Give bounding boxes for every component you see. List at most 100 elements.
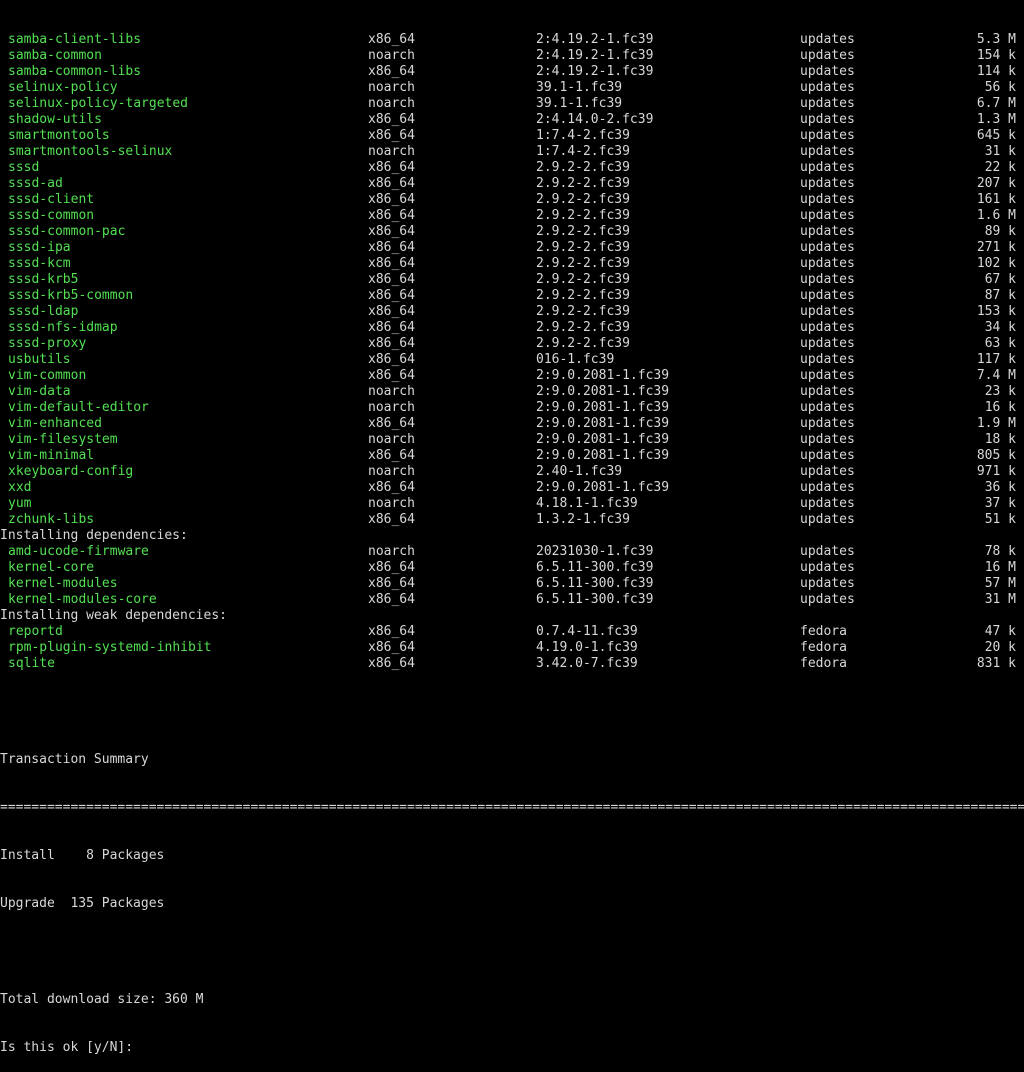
package-arch: x86_64 [368, 480, 415, 495]
package-repo: updates [800, 32, 855, 47]
package-name: vim-minimal [8, 448, 95, 463]
package-row: kernel-modules x86_64 6.5.11-300.fc39 updat… [0, 576, 1024, 592]
package-arch: noarch [368, 80, 415, 95]
package-row: sssd-kcm x86_64 2.9.2-2.fc39 updates 102 k [0, 256, 1024, 272]
package-name: kernel-core [8, 560, 95, 575]
package-row: vim-default-editor noarch 2:9.0.2081-1.fc3… [0, 400, 1024, 416]
package-repo: updates [800, 320, 855, 335]
package-row: zchunk-libs x86_64 1.3.2-1.fc39 updates 51 k [0, 512, 1024, 528]
package-name: xxd [8, 480, 32, 495]
package-version: 2.9.2-2.fc39 [536, 224, 630, 239]
package-row: sssd-common x86_64 2.9.2-2.fc39 updates 1.6 … [0, 208, 1024, 224]
package-repo: updates [800, 256, 855, 271]
package-repo: updates [800, 416, 855, 431]
summary-separator: ========================================… [0, 800, 1024, 815]
package-row: rpm-plugin-systemd-inhibit x86_64 4.19.0-1… [0, 640, 1024, 656]
package-arch: x86_64 [368, 192, 415, 207]
package-repo: updates [800, 192, 855, 207]
package-name: xkeyboard-config [8, 464, 134, 479]
package-row: samba-common-libs x86_64 2:4.19.2-1.fc39 up… [0, 64, 1024, 80]
package-row: sqlite x86_64 3.42.0-7.fc39 fedora 831 k [0, 656, 1024, 672]
package-version: 2.9.2-2.fc39 [536, 304, 630, 319]
package-row: vim-minimal x86_64 2:9.0.2081-1.fc39 update… [0, 448, 1024, 464]
package-size: 7.4 M [976, 368, 1016, 383]
package-version: 2.9.2-2.fc39 [536, 336, 630, 351]
package-name: kernel-modules [8, 576, 118, 591]
package-row: sssd-krb5 x86_64 2.9.2-2.fc39 updates 67 k [0, 272, 1024, 288]
package-row: sssd-ldap x86_64 2.9.2-2.fc39 updates 153 k [0, 304, 1024, 320]
package-repo: updates [800, 288, 855, 303]
package-version: 2.9.2-2.fc39 [536, 256, 630, 271]
package-repo: updates [800, 272, 855, 287]
package-version: 0.7.4-11.fc39 [536, 624, 638, 639]
package-repo: updates [800, 80, 855, 95]
package-repo: updates [800, 240, 855, 255]
package-name: usbutils [8, 352, 71, 367]
package-arch: x86_64 [368, 128, 415, 143]
package-version: 2:4.14.0-2.fc39 [536, 112, 654, 127]
package-row: usbutils x86_64 016-1.fc39 updates 117 k [0, 352, 1024, 368]
package-version: 2:9.0.2081-1.fc39 [536, 416, 670, 431]
package-size: 51 k [984, 512, 1016, 527]
package-arch: x86_64 [368, 368, 415, 383]
package-size: 6.7 M [976, 96, 1016, 111]
package-arch: x86_64 [368, 448, 415, 463]
package-name: kernel-modules-core [8, 592, 157, 607]
package-repo: updates [800, 352, 855, 367]
terminal-window[interactable]: samba-client-libs x86_64 2:4.19.2-1.fc39 up… [0, 0, 1024, 1055]
package-row: reportd x86_64 0.7.4-11.fc39 fedora 47 k [0, 624, 1024, 640]
package-arch: x86_64 [368, 176, 415, 191]
package-row: sssd-ad x86_64 2.9.2-2.fc39 updates 207 k [0, 176, 1024, 192]
package-size: 23 k [984, 384, 1016, 399]
package-name: smartmontools [8, 128, 110, 143]
package-arch: x86_64 [368, 560, 415, 575]
package-repo: updates [800, 304, 855, 319]
package-arch: x86_64 [368, 288, 415, 303]
package-size: 67 k [984, 272, 1016, 287]
package-row: smartmontools-selinux noarch 1:7.4-2.fc39 u… [0, 144, 1024, 160]
package-arch: x86_64 [368, 592, 415, 607]
confirm-prompt[interactable]: Is this ok [y/N]: [0, 1040, 1024, 1056]
package-repo: updates [800, 208, 855, 223]
package-name: sqlite [8, 656, 55, 671]
package-name: samba-common [8, 48, 102, 63]
package-version: 2.9.2-2.fc39 [536, 240, 630, 255]
package-size: 36 k [984, 480, 1016, 495]
package-repo: updates [800, 496, 855, 511]
package-name: samba-common-libs [8, 64, 142, 79]
package-repo: updates [800, 48, 855, 63]
package-size: 5.3 M [976, 32, 1016, 47]
package-name: rpm-plugin-systemd-inhibit [8, 640, 212, 655]
total-download-size: Total download size: 360 M [0, 992, 204, 1007]
package-arch: x86_64 [368, 112, 415, 127]
package-repo: updates [800, 512, 855, 527]
package-repo: updates [800, 160, 855, 175]
package-repo: updates [800, 592, 855, 607]
package-repo: updates [800, 112, 855, 127]
package-repo: updates [800, 560, 855, 575]
package-size: 207 k [976, 176, 1016, 191]
package-version: 1:7.4-2.fc39 [536, 128, 630, 143]
summary-title: Transaction Summary [0, 752, 149, 767]
package-version: 1:7.4-2.fc39 [536, 144, 630, 159]
package-repo: updates [800, 368, 855, 383]
package-row: selinux-policy noarch 39.1-1.fc39 updates 56… [0, 80, 1024, 96]
package-version: 2.9.2-2.fc39 [536, 320, 630, 335]
package-row: selinux-policy-targeted noarch 39.1-1.fc39… [0, 96, 1024, 112]
package-arch: x86_64 [368, 256, 415, 271]
package-repo: updates [800, 576, 855, 591]
package-arch: noarch [368, 544, 415, 559]
package-arch: noarch [368, 496, 415, 511]
package-repo: updates [800, 128, 855, 143]
package-arch: x86_64 [368, 624, 415, 639]
package-name: smartmontools-selinux [8, 144, 173, 159]
package-version: 2:4.19.2-1.fc39 [536, 64, 654, 79]
package-name: sssd-ad [8, 176, 63, 191]
package-version: 2:9.0.2081-1.fc39 [536, 384, 670, 399]
package-name: sssd-common-pac [8, 224, 126, 239]
package-size: 20 k [984, 640, 1016, 655]
package-name: sssd-proxy [8, 336, 87, 351]
package-arch: noarch [368, 384, 415, 399]
package-version: 2.9.2-2.fc39 [536, 288, 630, 303]
